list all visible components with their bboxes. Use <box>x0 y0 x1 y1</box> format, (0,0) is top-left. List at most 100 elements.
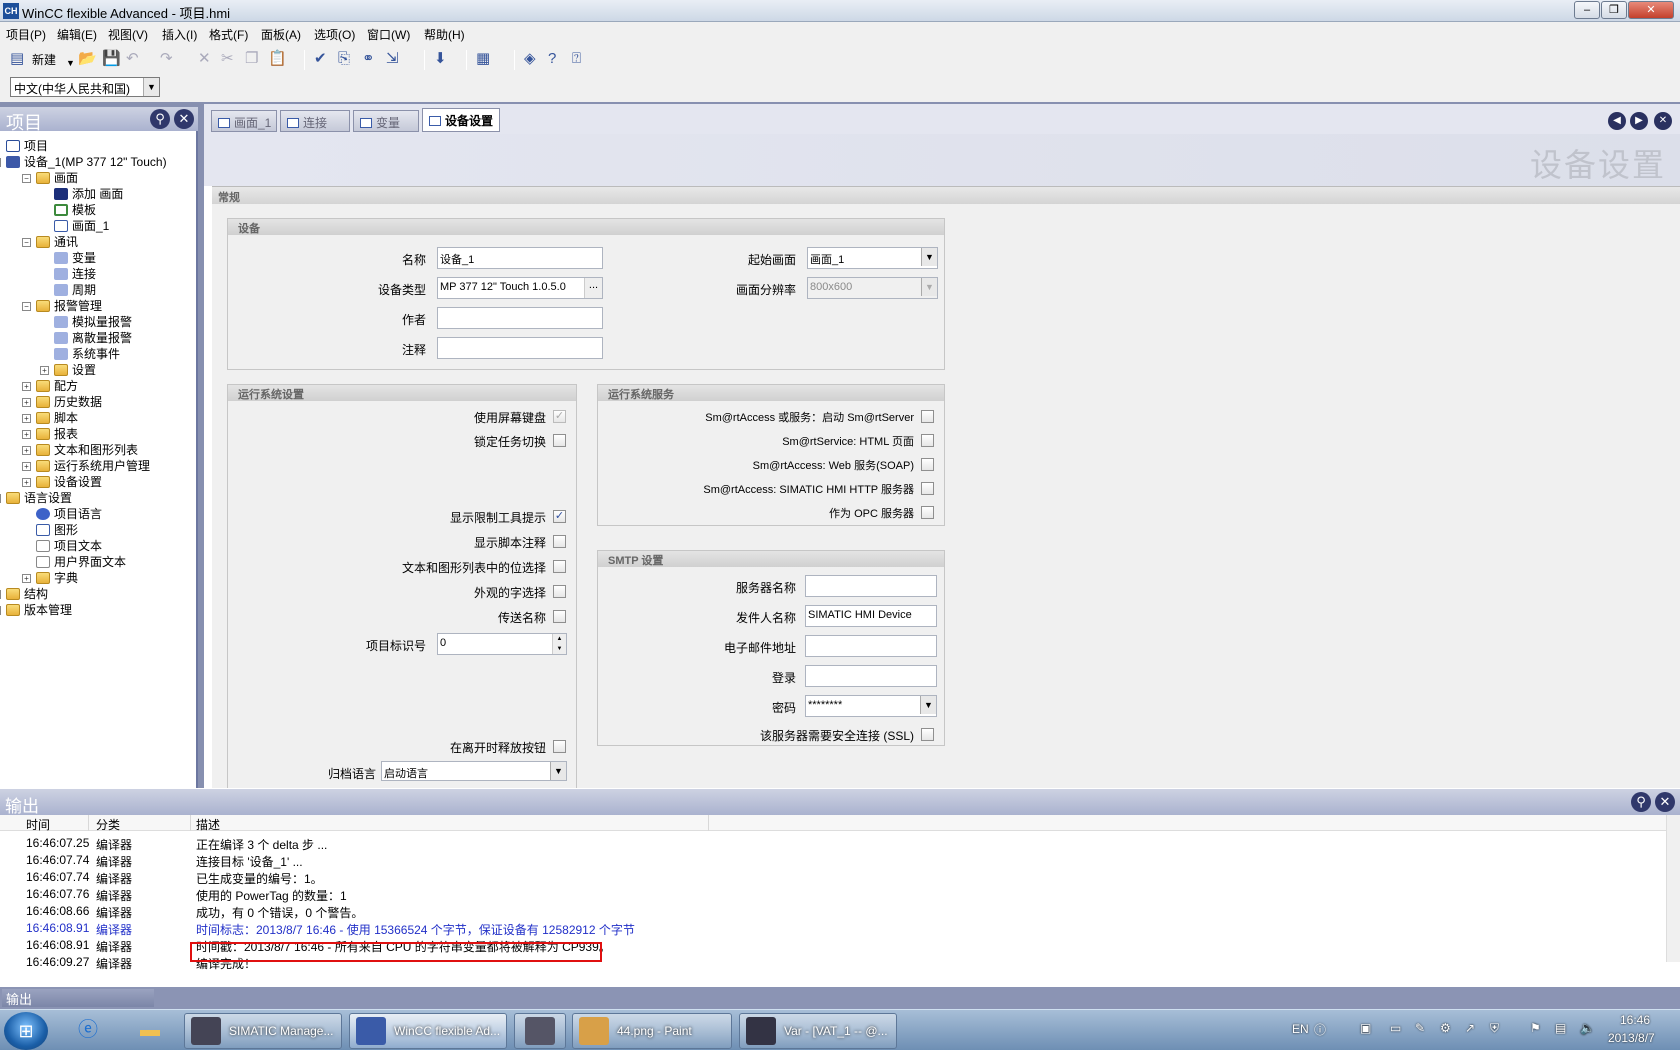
save-icon[interactable]: 💾 <box>102 51 121 67</box>
tree-item[interactable]: 系统事件 <box>54 346 120 362</box>
output-row[interactable]: 16:46:08.91 编译器 时间标志：2013/8/7 16:46 - 使用 1… <box>0 920 1666 937</box>
expand-icon[interactable]: + <box>22 430 31 439</box>
column-category[interactable]: 分类 <box>96 816 120 833</box>
tree-item[interactable]: + 字典 <box>22 570 78 586</box>
tree-item[interactable]: − 报警管理 <box>22 298 102 314</box>
menu-format[interactable]: 格式(F) <box>209 26 248 43</box>
option-lock-task-checkbox[interactable] <box>553 434 566 447</box>
tray-arrow-icon[interactable]: ↗ <box>1465 1021 1475 1035</box>
tree-item[interactable]: 图形 <box>36 522 78 538</box>
device-type-field[interactable]: MP 377 12" Touch 1.0.5.0... <box>437 277 603 299</box>
expand-icon[interactable]: + <box>22 478 31 487</box>
close-icon[interactable]: ✕ <box>1655 792 1675 812</box>
close-button[interactable]: ✕ <box>1628 1 1674 19</box>
internet-explorer-icon[interactable]: ⓔ <box>70 1014 106 1046</box>
collapse-icon[interactable]: − <box>22 302 31 311</box>
expand-icon[interactable]: + <box>22 574 31 583</box>
tree-item[interactable]: − 画面 <box>22 170 78 186</box>
context-help-icon[interactable]: ⍰ <box>572 51 581 67</box>
option-bit-select-checkbox[interactable] <box>553 560 566 573</box>
screens-icon[interactable]: ▦ <box>476 51 490 67</box>
tree-item[interactable]: 项目语言 <box>36 506 102 522</box>
undo-icon[interactable]: ↶ <box>126 51 139 67</box>
expand-icon[interactable]: + <box>22 462 31 471</box>
tree-item[interactable]: 项目 <box>6 138 48 154</box>
output-row[interactable]: 16:46:07.74 编译器 连接目标 '设备_1' ... <box>0 852 1666 869</box>
resolution-select[interactable]: 800x600 ▼ <box>807 277 938 299</box>
tree-item[interactable]: − 设备_1(MP 377 12" Touch) <box>0 154 167 170</box>
name-field[interactable]: 设备_1 <box>437 247 603 269</box>
tree-item[interactable]: + 配方 <box>22 378 78 394</box>
close-editor-icon[interactable]: ✕ <box>1654 112 1672 130</box>
tab-screen-1[interactable]: 画面_1 <box>211 110 277 132</box>
smtp-login-field[interactable] <box>805 665 937 687</box>
expand-icon[interactable]: + <box>0 606 1 615</box>
option-transfer-names-checkbox[interactable] <box>553 610 566 623</box>
tray-display-icon[interactable]: ▤ <box>1555 1021 1566 1035</box>
comment-field[interactable] <box>437 337 603 359</box>
restore-button[interactable]: ❐ <box>1601 1 1627 19</box>
pin-icon[interactable]: ⚲ <box>1631 792 1651 812</box>
chevron-down-icon[interactable]: ▼ <box>920 696 936 714</box>
tree-item[interactable]: + 设备设置 <box>22 474 102 490</box>
service-opc-checkbox[interactable] <box>921 506 934 519</box>
tray-app-icon[interactable]: ⚙ <box>1440 1021 1451 1035</box>
tray-tool-icon[interactable]: ✎ <box>1415 1021 1425 1035</box>
menu-view[interactable]: 视图(V) <box>108 26 148 43</box>
copy-icon[interactable]: ❐ <box>245 51 258 67</box>
collapse-icon[interactable]: − <box>0 158 1 167</box>
expand-icon[interactable]: + <box>40 366 49 375</box>
new-icon[interactable]: ▤ <box>10 51 24 67</box>
chevron-down-icon[interactable]: ▼ <box>921 278 937 296</box>
output-row[interactable]: 16:46:07.76 编译器 使用的 PowerTag 的数量：1 <box>0 886 1666 903</box>
redo-icon[interactable]: ↷ <box>160 51 173 67</box>
tree-item[interactable]: 周期 <box>54 282 96 298</box>
compile-icon[interactable]: ⎘ <box>338 51 350 67</box>
explorer-folder-icon[interactable]: ▬ <box>132 1014 168 1046</box>
column-description[interactable]: 描述 <box>196 816 220 833</box>
tree-item[interactable]: + 结构 <box>0 586 48 602</box>
chevron-down-icon[interactable]: ▼ <box>921 248 937 266</box>
tree-item[interactable]: 模拟量报警 <box>54 314 132 330</box>
menu-window[interactable]: 窗口(W) <box>367 26 410 43</box>
tree-item[interactable]: 变量 <box>54 250 96 266</box>
expand-icon[interactable]: + <box>22 446 31 455</box>
open-icon[interactable]: 📂 <box>78 51 97 67</box>
smtp-server-field[interactable] <box>805 575 937 597</box>
service-html-checkbox[interactable] <box>921 434 934 447</box>
tree-item[interactable]: 画面_1 <box>54 218 109 234</box>
close-icon[interactable]: ✕ <box>174 109 194 129</box>
download-icon[interactable]: ⬇ <box>434 51 447 67</box>
tree-item[interactable]: + 报表 <box>22 426 78 442</box>
task-unnamed[interactable] <box>514 1013 566 1049</box>
tray-monitor-icon[interactable]: ▭ <box>1390 1021 1401 1035</box>
output-tab[interactable]: 输出 <box>2 989 154 1007</box>
output-row[interactable]: 16:46:07.74 编译器 已生成变量的编号：1。 <box>0 869 1666 886</box>
option-screen-keyboard-checkbox[interactable]: ✓ <box>553 410 566 423</box>
tree-item[interactable]: + 文本和图形列表 <box>22 442 138 458</box>
tree-item[interactable]: + 运行系统用户管理 <box>22 458 150 474</box>
clock-date[interactable]: 2013/8/7 <box>1608 1031 1655 1045</box>
chevron-down-icon[interactable]: ▼ <box>550 762 566 780</box>
collapse-icon[interactable]: − <box>22 238 31 247</box>
tree-item[interactable]: + 设置 <box>40 362 96 378</box>
expand-icon[interactable]: + <box>22 382 31 391</box>
task-paint[interactable]: 44.png - Paint <box>572 1013 732 1049</box>
column-divider[interactable] <box>708 815 709 831</box>
release-on-leave-checkbox[interactable] <box>553 740 566 753</box>
task-wincc-flexible[interactable]: WinCC flexible Ad... <box>349 1013 507 1049</box>
delete-icon[interactable]: ✕ <box>198 51 211 67</box>
project-id-stepper[interactable]: 0 ▲ ▼ <box>437 633 567 655</box>
tab-device-settings[interactable]: 设备设置 <box>422 108 500 132</box>
start-button[interactable]: ⊞ <box>4 1012 48 1050</box>
service-http-checkbox[interactable] <box>921 482 934 495</box>
language-select[interactable]: 中文(中华人民共和国) ▼ <box>10 77 160 97</box>
smtp-email-field[interactable] <box>805 635 937 657</box>
spin-arrows-icon[interactable]: ▲ ▼ <box>552 634 566 654</box>
menu-help[interactable]: 帮助(H) <box>424 26 465 43</box>
browse-button[interactable]: ... <box>584 278 602 298</box>
tree-item[interactable]: + 历史数据 <box>22 394 102 410</box>
service-smartserver-checkbox[interactable] <box>921 410 934 423</box>
tree-item[interactable]: 项目文本 <box>36 538 102 554</box>
tab-connections[interactable]: 连接 <box>280 110 350 132</box>
